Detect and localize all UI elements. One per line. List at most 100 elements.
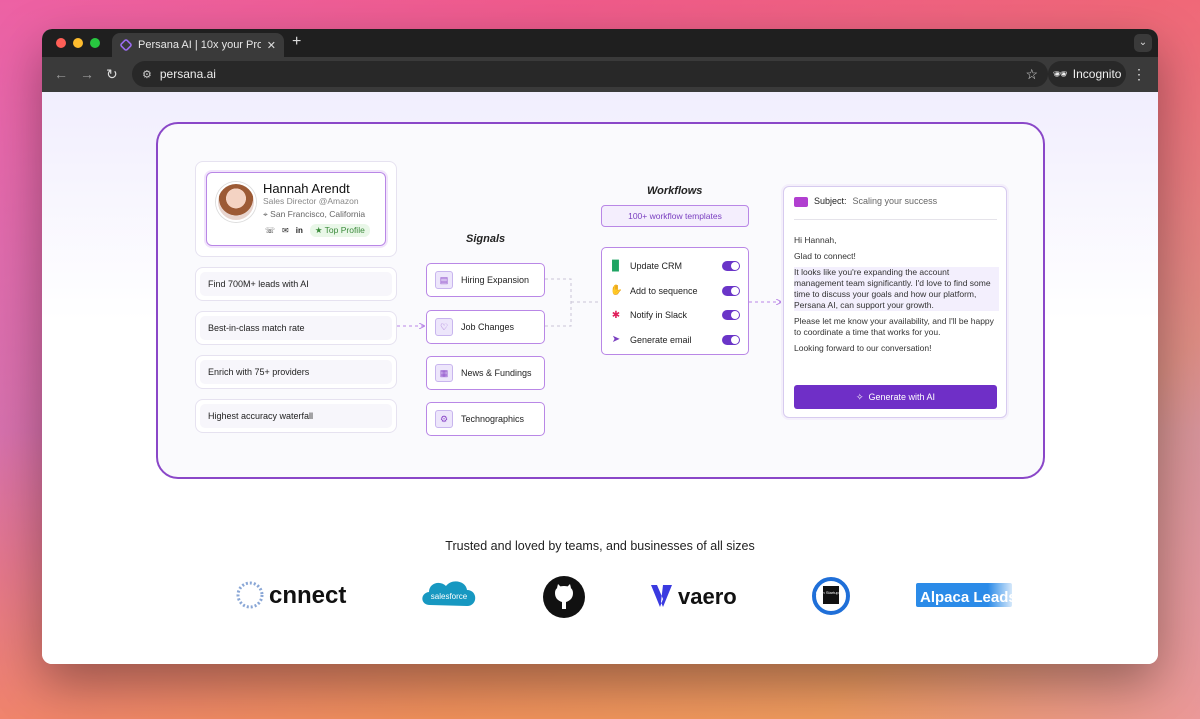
browser-toolbar: ← → ↻ ⚙ persana.ai ☆ 🕶 Incognito ⋮ bbox=[42, 57, 1158, 92]
tab-search-button[interactable]: ⌄ bbox=[1134, 34, 1152, 52]
email-line-highlighted: It looks like you're expanding the accou… bbox=[794, 267, 999, 311]
minimize-window-button[interactable] bbox=[73, 38, 83, 48]
workflow-label: Generate email bbox=[630, 334, 692, 345]
signal-hiring-expansion[interactable]: ▤ Hiring Expansion bbox=[426, 263, 545, 297]
profile-location-text: San Francisco, California bbox=[270, 209, 366, 219]
send-icon: ➤ bbox=[611, 334, 621, 346]
slack-icon: ✱ bbox=[611, 309, 621, 321]
feature-item: Highest accuracy waterfall bbox=[195, 399, 397, 433]
workflow-templates-button[interactable]: 100+ workflow templates bbox=[601, 205, 749, 227]
incognito-icon: 🕶 bbox=[1052, 67, 1068, 81]
profile-location: ⌖ San Francisco, California bbox=[263, 209, 365, 220]
profile-role: Sales Director @Amazon bbox=[263, 196, 359, 206]
tab-title: Persana AI | 10x your Prospec bbox=[138, 39, 261, 51]
signal-technographics[interactable]: ⚙ Technographics bbox=[426, 402, 545, 436]
document-icon: ▤ bbox=[435, 271, 453, 289]
top-profile-badge: ★ Top Profile bbox=[309, 224, 370, 237]
subject-label: Subject: bbox=[814, 196, 847, 206]
back-arrow-icon[interactable]: ← bbox=[54, 66, 68, 82]
feature-label: Highest accuracy waterfall bbox=[200, 404, 392, 428]
alpaca-leads-logo: Alpaca Leads bbox=[914, 575, 1014, 615]
email-icon[interactable]: ✉ bbox=[282, 226, 289, 235]
svg-text:salesforce: salesforce bbox=[431, 592, 468, 601]
email-line: Please let me know your availability, an… bbox=[794, 316, 994, 337]
reload-icon[interactable]: ↻ bbox=[106, 66, 118, 83]
email-greeting: Hi Hannah, bbox=[794, 235, 837, 245]
update-crm-toggle[interactable] bbox=[722, 261, 740, 272]
github-logo bbox=[542, 575, 586, 619]
workflow-notify-slack: ✱ Notify in Slack bbox=[610, 303, 740, 328]
email-body: Hi Hannah, Glad to connect! It looks lik… bbox=[794, 235, 999, 359]
workflow-label: Notify in Slack bbox=[630, 310, 688, 321]
signal-label: Technographics bbox=[461, 414, 525, 424]
profile-card[interactable]: Hannah Arendt Sales Director @Amazon ⌖ S… bbox=[206, 172, 386, 246]
new-tab-button[interactable]: + bbox=[292, 33, 301, 51]
phone-icon[interactable]: ☏ bbox=[265, 226, 275, 235]
subject-text: Scaling your success bbox=[852, 196, 938, 206]
page-content: Hannah Arendt Sales Director @Amazon ⌖ S… bbox=[42, 92, 1158, 664]
maximize-window-button[interactable] bbox=[90, 38, 100, 48]
svg-text:Alpaca Leads: Alpaca Leads bbox=[920, 589, 1014, 606]
avatar bbox=[216, 182, 256, 222]
url-text: persana.ai bbox=[159, 67, 216, 81]
mail-icon bbox=[794, 197, 808, 207]
profile-card-outer: Hannah Arendt Sales Director @Amazon ⌖ S… bbox=[195, 161, 397, 257]
newspaper-icon: ▦ bbox=[435, 364, 453, 382]
lean-startup-logo: Lean Startup Co. bbox=[810, 575, 852, 617]
site-settings-icon[interactable]: ⚙ bbox=[142, 68, 152, 81]
location-pin-icon: ⌖ bbox=[263, 209, 268, 219]
window-controls bbox=[56, 38, 100, 48]
workflow-update-crm: ▉ Update CRM bbox=[610, 254, 740, 279]
address-bar[interactable]: ⚙ persana.ai ☆ bbox=[132, 61, 1048, 87]
profile-contact-icons: ☏ ✉ in ★ Top Profile bbox=[265, 224, 370, 237]
signal-label: Job Changes bbox=[461, 322, 515, 332]
svg-text:cnnect: cnnect bbox=[269, 582, 346, 609]
briefcase-icon: ♡ bbox=[435, 318, 453, 336]
sequence-icon: ✋ bbox=[610, 285, 623, 297]
trusted-heading: Trusted and loved by teams, and business… bbox=[445, 539, 755, 553]
email-subject-row: Subject: Scaling your success bbox=[794, 196, 997, 220]
close-tab-icon[interactable]: ✕ bbox=[267, 39, 276, 52]
svg-text:Lean Startup Co.: Lean Startup Co. bbox=[816, 590, 846, 595]
browser-tab[interactable]: Persana AI | 10x your Prospec ✕ bbox=[112, 33, 284, 57]
workflow-generate-email: ➤ Generate email bbox=[610, 328, 740, 353]
signal-news-fundings[interactable]: ▦ News & Fundings bbox=[426, 356, 545, 390]
incognito-badge[interactable]: 🕶 Incognito bbox=[1048, 61, 1126, 87]
email-preview-card: Subject: Scaling your success Hi Hannah,… bbox=[783, 186, 1007, 418]
signals-title: Signals bbox=[466, 233, 506, 245]
chip-icon: ⚙ bbox=[435, 410, 453, 428]
signal-label: Hiring Expansion bbox=[461, 275, 530, 285]
workflow-add-sequence: ✋ Add to sequence bbox=[610, 279, 740, 304]
feature-item: Best-in-class match rate bbox=[195, 311, 397, 345]
persana-favicon-icon bbox=[119, 38, 133, 52]
salesforce-logo: salesforce bbox=[420, 575, 480, 615]
close-window-button[interactable] bbox=[56, 38, 66, 48]
vaero-logo: vaero bbox=[648, 575, 742, 615]
svg-text:vaero: vaero bbox=[678, 584, 737, 609]
feature-item: Enrich with 75+ providers bbox=[195, 355, 397, 389]
generate-email-toggle[interactable] bbox=[722, 334, 740, 345]
add-sequence-toggle[interactable] bbox=[722, 285, 740, 296]
feature-diagram-panel: Hannah Arendt Sales Director @Amazon ⌖ S… bbox=[156, 122, 1045, 479]
generate-with-ai-button[interactable]: ✧ Generate with AI bbox=[794, 385, 997, 409]
cnnect-logo: cnnect bbox=[235, 575, 357, 615]
sparkle-icon: ✧ bbox=[855, 391, 864, 402]
forward-arrow-icon[interactable]: → bbox=[80, 66, 94, 82]
generate-button-label: Generate with AI bbox=[868, 392, 936, 402]
bookmark-star-icon[interactable]: ☆ bbox=[1025, 66, 1038, 83]
top-profile-badge-label: Top Profile bbox=[324, 225, 365, 235]
incognito-label: Incognito bbox=[1072, 67, 1122, 81]
signal-label: News & Fundings bbox=[461, 368, 532, 378]
workflows-title: Workflows bbox=[647, 185, 703, 197]
profile-name: Hannah Arendt bbox=[263, 181, 350, 196]
signal-job-changes[interactable]: ♡ Job Changes bbox=[426, 310, 545, 344]
sheets-icon: ▉ bbox=[612, 260, 620, 272]
browser-menu-icon[interactable]: ⋮ bbox=[1132, 66, 1146, 83]
workflow-label: Update CRM bbox=[630, 261, 683, 272]
feature-item: Find 700M+ leads with AI bbox=[195, 267, 397, 301]
tab-bar: Persana AI | 10x your Prospec ✕ + ⌄ bbox=[42, 29, 1158, 57]
linkedin-icon[interactable]: in bbox=[296, 226, 303, 235]
email-line: Glad to connect! bbox=[794, 251, 856, 261]
browser-window: Persana AI | 10x your Prospec ✕ + ⌄ ← → … bbox=[42, 29, 1158, 664]
notify-slack-toggle[interactable] bbox=[722, 310, 740, 321]
